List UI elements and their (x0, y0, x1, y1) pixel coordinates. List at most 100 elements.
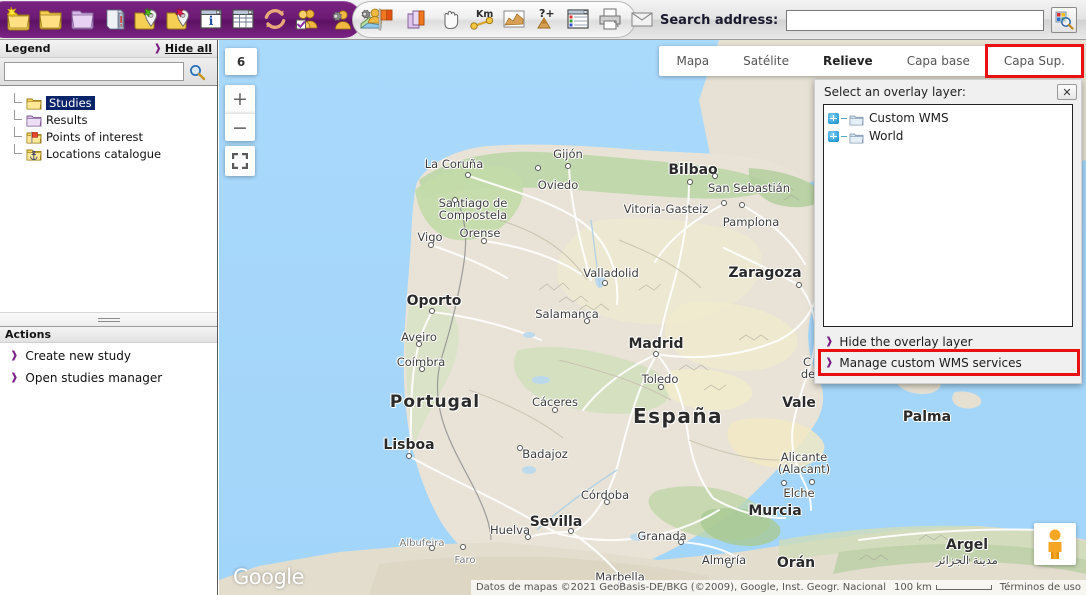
tab-capa-sup[interactable]: Capa Sup. (984, 44, 1085, 78)
flag-folder-icon (26, 130, 42, 144)
book-info-icon[interactable] (101, 4, 129, 34)
overlay-item-label: World (869, 129, 904, 143)
chevron-right-icon: ❱ (153, 42, 162, 54)
close-label: ✕ (1062, 85, 1072, 99)
link-hide-overlay-layer[interactable]: ❱ Hide the overlay layer (821, 331, 1077, 352)
zoom-in-button[interactable]: + (225, 85, 255, 113)
new-study-folder-icon[interactable] (5, 4, 33, 34)
legend-title: Legend (5, 42, 51, 55)
street-view-pegman[interactable] (1034, 523, 1076, 565)
info-window-icon[interactable]: i (197, 4, 225, 34)
fullscreen-icon (232, 153, 248, 169)
scale-line-icon (935, 585, 992, 590)
action-label: Create new study (25, 349, 131, 363)
actions-header: Actions (0, 326, 217, 343)
tree-connector (841, 117, 847, 119)
map-viewport[interactable]: La Coruña Gijón Oviedo Bilbao San Sebastián S… (219, 40, 1086, 595)
legend-filter-input[interactable] (4, 62, 184, 81)
tab-label: Relieve (822, 54, 873, 68)
folder-icon (849, 130, 864, 143)
map-type-bar: Mapa Satélite Relieve Capa base Capa Sup… (659, 44, 1085, 78)
pan-hand-icon[interactable] (436, 4, 464, 34)
legend-window-icon[interactable] (564, 4, 592, 34)
yellow-folder-icon (26, 96, 42, 110)
svg-text:?+: ?+ (539, 7, 555, 20)
tree-item-results[interactable]: Results (12, 110, 217, 128)
zoom-in-label: + (232, 88, 248, 110)
tree-item-studies[interactable]: Studies (12, 93, 217, 111)
zoom-out-button[interactable]: − (225, 113, 255, 141)
hide-all-label: Hide all (164, 42, 212, 55)
overlay-item-label: Custom WMS (869, 111, 949, 125)
flag-tool-icon[interactable] (372, 4, 400, 34)
legend-filter-row (0, 58, 217, 86)
overlay-layer-panel: Select an overlay layer: ✕ Custom WMS Wo… (814, 79, 1082, 384)
map-attribution-bar: Datos de mapas ©2021 GeoBasis-DE/BKG (©2… (470, 580, 1086, 595)
address-search-button[interactable] (1051, 7, 1078, 33)
left-sidebar: Legend ❱ Hide all Studies Results Points… (0, 40, 218, 595)
close-icon[interactable]: ✕ (1057, 84, 1077, 100)
tab-label: Satélite (743, 54, 789, 68)
purple-folder-icon (26, 113, 42, 127)
anchor-folder-icon (26, 147, 42, 161)
legend-header: Legend ❱ Hide all (0, 40, 217, 58)
actions-list: ❱ Create new study ❱ Open studies manage… (0, 345, 217, 389)
table-window-icon[interactable] (229, 4, 257, 34)
tab-label: Mapa (676, 54, 710, 68)
expand-plus-icon[interactable] (828, 112, 839, 124)
tree-item-points-of-interest[interactable]: Points of interest (12, 127, 217, 145)
tree-item-label: Points of interest (46, 129, 144, 144)
folder-icon (849, 112, 864, 125)
overlay-item-world[interactable]: World (828, 127, 1072, 145)
action-open-studies-manager[interactable]: ❱ Open studies manager (0, 367, 217, 389)
refresh-icon[interactable] (261, 4, 289, 34)
chart-icon[interactable] (500, 4, 528, 34)
link-manage-custom-wms-services[interactable]: ❱ Manage custom WMS services (818, 349, 1080, 376)
sidebar-splitter[interactable] (0, 312, 217, 326)
user-settings-icon[interactable] (325, 4, 353, 34)
tree-item-label: Results (46, 112, 88, 127)
tree-item-locations-catalogue[interactable]: Locations catalogue (12, 144, 217, 162)
zoom-level-indicator[interactable]: 6 (225, 48, 257, 75)
terms-of-use-link[interactable]: Términos de uso (1000, 582, 1081, 593)
link-label: Hide the overlay layer (839, 334, 973, 349)
attribution-text: Datos de mapas ©2021 GeoBasis-DE/BKG (©2… (475, 582, 886, 593)
purple-folder-icon[interactable] (69, 4, 97, 34)
search-address-label: Search address: (660, 12, 779, 28)
mail-icon[interactable] (628, 4, 656, 34)
tab-label: Capa base (906, 54, 970, 68)
print-icon[interactable] (596, 4, 624, 34)
svg-text:i: i (209, 14, 214, 28)
tab-capa-base[interactable]: Capa base (890, 46, 987, 76)
search-address-input[interactable] (786, 9, 1045, 31)
query-help-icon[interactable]: ?+ (532, 4, 560, 34)
overlay-layer-list[interactable]: Custom WMS World (823, 104, 1073, 327)
layers-tool-icon[interactable] (404, 4, 432, 34)
legend-tree: Studies Results Points of interest Locat… (0, 86, 217, 162)
hide-all-link[interactable]: ❱ Hide all (154, 42, 213, 55)
add-point-icon[interactable] (133, 4, 161, 34)
add-marker-icon[interactable] (165, 4, 193, 34)
actions-title: Actions (5, 328, 51, 341)
overlay-panel-links: ❱ Hide the overlay layer ❱ Manage custom… (818, 331, 1080, 376)
zoom-level-value: 6 (236, 54, 246, 69)
open-folder-icon[interactable] (37, 4, 65, 34)
action-create-new-study[interactable]: ❱ Create new study (0, 345, 217, 367)
fullscreen-button[interactable] (225, 146, 255, 176)
chevron-right-icon: ❱ (825, 356, 834, 368)
chevron-right-icon: ❱ (825, 335, 834, 347)
overlay-item-custom-wms[interactable]: Custom WMS (828, 109, 1072, 127)
scale-label: 100 km (893, 582, 932, 593)
main-toolbar: i Km ?+ Search address: (0, 0, 1086, 40)
application-window: i Km ?+ Search address: Legend ❱ Hide al… (0, 0, 1086, 595)
expand-plus-icon[interactable] (828, 130, 839, 142)
tab-relieve[interactable]: Relieve (806, 46, 890, 76)
pegman-icon (1048, 529, 1062, 559)
tab-mapa[interactable]: Mapa (659, 46, 726, 76)
tab-satelite[interactable]: Satélite (726, 46, 806, 76)
tree-connector (841, 135, 847, 137)
legend-search-icon[interactable] (188, 63, 206, 81)
users-check-icon[interactable] (293, 4, 321, 34)
measure-distance-icon[interactable]: Km (468, 4, 496, 34)
tree-item-label: Locations catalogue (46, 146, 162, 161)
